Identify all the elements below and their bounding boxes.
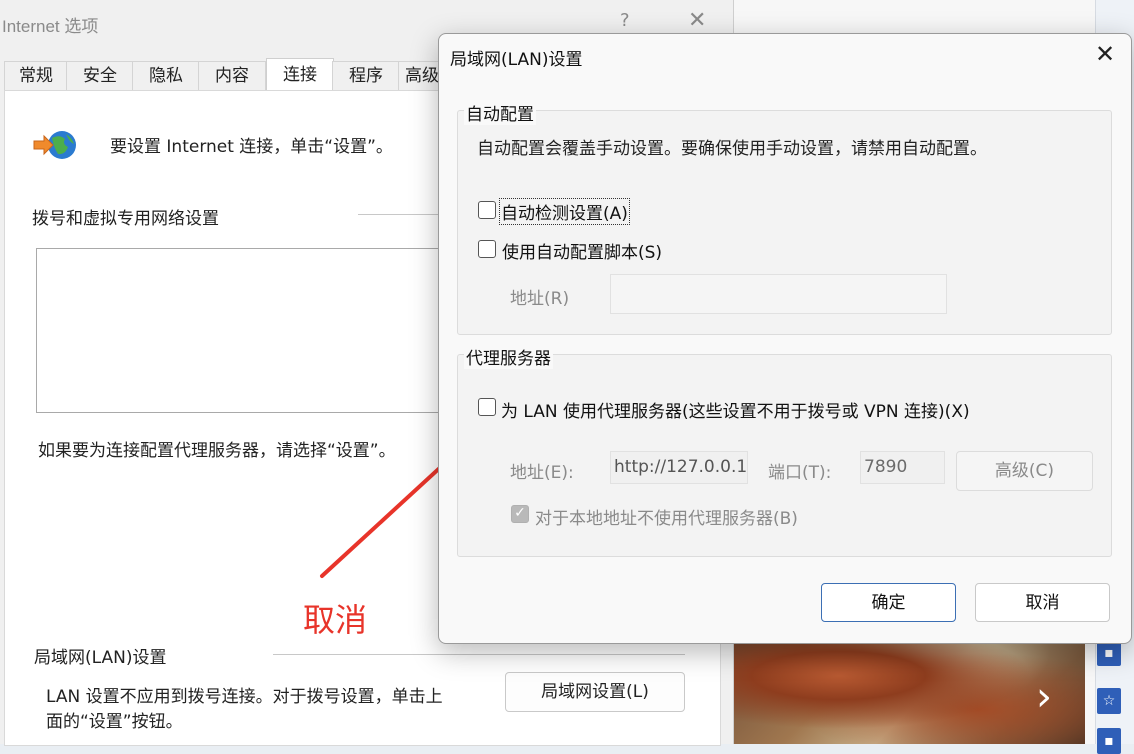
proxy-address-field[interactable]: http://127.0.0.1	[610, 451, 748, 484]
annotation-label: 取消	[303, 601, 368, 639]
ok-button[interactable]: 确定	[821, 583, 956, 622]
tab-security[interactable]: 安全	[66, 61, 134, 90]
auto-detect-checkbox[interactable]	[478, 201, 496, 219]
cancel-button[interactable]: 取消	[975, 583, 1110, 622]
lan-heading: 局域网(LAN)设置	[34, 648, 167, 668]
tab-general[interactable]: 常规	[4, 61, 68, 90]
dialup-connections-list[interactable]	[36, 248, 440, 413]
help-icon[interactable]: ?	[620, 10, 630, 31]
dialup-heading: 拨号和虚拟专用网络设置	[32, 209, 219, 229]
bypass-local-checkbox[interactable]: ✓	[511, 505, 529, 523]
tab-privacy[interactable]: 隐私	[132, 61, 200, 90]
script-address-field[interactable]	[610, 274, 947, 314]
divider	[273, 654, 685, 655]
tab-content[interactable]: 内容	[198, 61, 266, 90]
auto-detect-label[interactable]: 自动检测设置(A)	[499, 198, 630, 225]
use-proxy-label[interactable]: 为 LAN 使用代理服务器(这些设置不用于拨号或 VPN 连接)(X)	[501, 397, 970, 422]
lan-description: 面的“设置”按钮。	[46, 712, 183, 732]
window-title: Internet 选项	[2, 17, 99, 36]
proxy-port-field[interactable]: 7890	[860, 451, 945, 484]
close-icon[interactable]: ✕	[688, 8, 706, 33]
auto-config-title: 自动配置	[464, 100, 536, 125]
auto-config-description: 自动配置会覆盖手动设置。要确保使用手动设置，请禁用自动配置。	[477, 139, 987, 159]
proxy-address-label: 地址(E):	[510, 463, 574, 483]
tab-connections[interactable]: 连接	[266, 58, 334, 90]
proxy-group-title: 代理服务器	[464, 344, 553, 369]
star-icon[interactable]: ☆	[1097, 688, 1121, 714]
tab-programs[interactable]: 程序	[332, 61, 400, 90]
use-proxy-checkbox[interactable]	[478, 398, 496, 416]
globe-arrow-icon	[33, 131, 76, 159]
lan-description: LAN 设置不应用到拨号连接。对于拨号设置，单击上	[46, 687, 443, 707]
auto-script-label[interactable]: 使用自动配置脚本(S)	[502, 238, 662, 263]
proxy-advanced-button[interactable]: 高级(C)	[956, 451, 1093, 491]
script-address-label: 地址(R)	[510, 289, 570, 309]
background-photo	[733, 630, 1085, 744]
divider	[358, 214, 438, 215]
dialog-title: 局域网(LAN)设置	[450, 50, 583, 70]
side-tool-icon[interactable]: ▪	[1097, 728, 1121, 754]
close-icon[interactable]: ✕	[1095, 40, 1115, 68]
proxy-port-label: 端口(T):	[768, 463, 832, 483]
bypass-local-label[interactable]: 对于本地地址不使用代理服务器(B)	[535, 504, 798, 529]
intro-text: 要设置 Internet 连接，单击“设置”。	[110, 137, 393, 157]
photo-next-icon[interactable]: ›	[1036, 672, 1052, 722]
auto-script-checkbox[interactable]	[478, 240, 496, 258]
lan-settings-button[interactable]: 局域网设置(L)	[505, 672, 685, 712]
